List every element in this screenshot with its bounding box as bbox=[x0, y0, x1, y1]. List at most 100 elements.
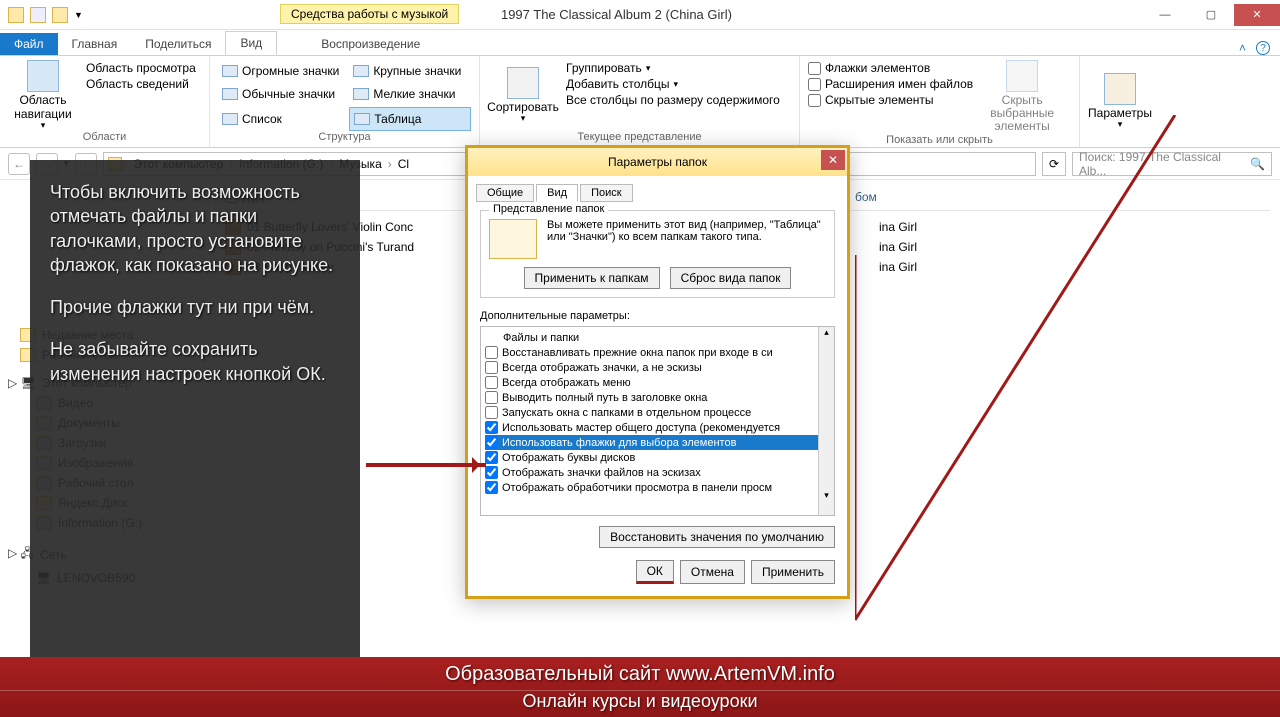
tab-play[interactable]: Воспроизведение bbox=[307, 33, 434, 55]
item-checkboxes-toggle[interactable]: Флажки элементов bbox=[808, 60, 973, 76]
nav-pane-button[interactable]: Область навигации ▾ bbox=[8, 60, 78, 131]
folder-views-group: Представление папок Вы можете применить … bbox=[480, 210, 835, 298]
search-icon: 🔍 bbox=[1250, 157, 1265, 171]
layout-details[interactable]: Таблица bbox=[349, 107, 471, 131]
cancel-button[interactable]: Отмена bbox=[680, 560, 745, 584]
hide-selected-icon bbox=[1006, 60, 1038, 92]
dialog-tab-search[interactable]: Поиск bbox=[580, 184, 632, 202]
current-view-group-label: Текущее представление bbox=[488, 131, 791, 143]
col-album[interactable]: бом bbox=[855, 190, 955, 206]
dialog-tab-general[interactable]: Общие bbox=[476, 184, 534, 202]
add-columns-label: Добавить столбцы bbox=[566, 77, 670, 91]
layout-medium[interactable]: Обычные значки bbox=[218, 83, 343, 105]
qat-dropdown-icon[interactable]: ▼ bbox=[74, 10, 83, 20]
hidden-items-checkbox[interactable] bbox=[808, 94, 821, 107]
banner-line2: Онлайн курсы и видеоуроки bbox=[522, 691, 757, 712]
file-album: ina Girl bbox=[879, 240, 917, 254]
nav-back-button[interactable]: ← bbox=[8, 153, 30, 175]
adv-scrollbar[interactable]: ▴▾ bbox=[818, 327, 834, 515]
refresh-button[interactable]: ⟳ bbox=[1042, 152, 1066, 176]
nav-pane-label: Область навигации bbox=[8, 94, 78, 120]
site-banner: Образовательный сайт www.ArtemVM.info Он… bbox=[0, 657, 1280, 717]
adv-item[interactable]: Отображать значки файлов на эскизах bbox=[485, 465, 830, 480]
adv-item[interactable]: Запускать окна с папками в отдельном про… bbox=[485, 405, 830, 420]
help-icon[interactable]: ? bbox=[1256, 41, 1270, 55]
annotation-arrow bbox=[366, 463, 486, 467]
search-input[interactable]: Поиск: 1997 The Classical Alb... 🔍 bbox=[1072, 152, 1272, 176]
quick-access-toolbar: ▼ bbox=[0, 7, 91, 23]
options-button[interactable]: Параметры ▾ bbox=[1088, 60, 1152, 143]
reset-folders-button[interactable]: Сброс вида папок bbox=[670, 267, 792, 289]
window-title: 1997 The Classical Album 2 (China Girl) bbox=[91, 7, 1142, 22]
file-album: ina Girl bbox=[879, 220, 917, 234]
item-checkboxes-checkbox[interactable] bbox=[808, 62, 821, 75]
layout-large[interactable]: Крупные значки bbox=[349, 60, 471, 82]
hide-selected-button: Скрыть выбранные элементы bbox=[977, 60, 1067, 134]
advanced-settings-list[interactable]: Файлы и папки Восстанавливать прежние ок… bbox=[480, 326, 835, 516]
ok-button[interactable]: ОК bbox=[636, 560, 674, 584]
dialog-footer: ОК Отмена Применить bbox=[468, 560, 847, 596]
sort-icon bbox=[507, 67, 539, 99]
adv-root: Файлы и папки bbox=[485, 331, 830, 345]
dialog-titlebar[interactable]: Параметры папок ✕ bbox=[468, 148, 847, 176]
dialog-close-button[interactable]: ✕ bbox=[821, 150, 845, 170]
ribbon: Область навигации ▾ Область просмотра Об… bbox=[0, 56, 1280, 148]
qat-newfolder-icon[interactable] bbox=[52, 7, 68, 23]
apply-button[interactable]: Применить bbox=[751, 560, 835, 584]
layout-small[interactable]: Мелкие значки bbox=[349, 83, 471, 105]
tab-file[interactable]: Файл bbox=[0, 33, 58, 55]
ribbon-collapse-icon[interactable]: ˄ bbox=[1239, 41, 1246, 55]
adv-item[interactable]: Восстанавливать прежние окна папок при в… bbox=[485, 345, 830, 360]
preview-pane-label: Область просмотра bbox=[86, 61, 196, 75]
contextual-tab-label: Средства работы с музыкой bbox=[280, 4, 459, 24]
restore-defaults-button[interactable]: Восстановить значения по умолчанию bbox=[599, 526, 835, 548]
layout-list[interactable]: Список bbox=[218, 107, 343, 131]
file-ext-checkbox[interactable] bbox=[808, 78, 821, 91]
app-icon bbox=[8, 7, 24, 23]
nav-pane-icon bbox=[27, 60, 59, 92]
apply-to-folders-button[interactable]: Применить к папкам bbox=[524, 267, 660, 289]
adv-item[interactable]: Всегда отображать меню bbox=[485, 375, 830, 390]
maximize-button[interactable]: ▢ bbox=[1188, 4, 1234, 26]
adv-item[interactable]: Отображать буквы дисков bbox=[485, 450, 830, 465]
layout-group-label: Структура bbox=[218, 131, 471, 143]
annotation-overlay: Чтобы включить возможность отмечать файл… bbox=[30, 160, 360, 660]
adv-item[interactable]: Отображать обработчики просмотра в панел… bbox=[485, 480, 830, 495]
details-pane-toggle[interactable]: Область сведений bbox=[82, 76, 196, 92]
qat-props-icon[interactable] bbox=[30, 7, 46, 23]
details-pane-label: Область сведений bbox=[86, 77, 189, 91]
adv-item-use-checkboxes[interactable]: Использовать флажки для выбора элементов bbox=[485, 435, 830, 450]
tab-share[interactable]: Поделиться bbox=[131, 33, 225, 55]
window-titlebar: ▼ Средства работы с музыкой 1997 The Cla… bbox=[0, 0, 1280, 30]
dialog-tabs: Общие Вид Поиск bbox=[468, 176, 847, 202]
adv-item[interactable]: Выводить полный путь в заголовке окна bbox=[485, 390, 830, 405]
panes-group-label: Области bbox=[8, 131, 201, 143]
search-placeholder: Поиск: 1997 The Classical Alb... bbox=[1079, 150, 1250, 178]
group-by-label: Группировать bbox=[566, 61, 642, 75]
preview-pane-toggle[interactable]: Область просмотра bbox=[82, 60, 196, 76]
close-button[interactable]: ✕ bbox=[1234, 4, 1280, 26]
minimize-button[interactable]: — bbox=[1142, 4, 1188, 26]
group-by-button[interactable]: Группировать ▾ bbox=[562, 60, 780, 76]
add-columns-button[interactable]: Добавить столбцы ▾ bbox=[562, 76, 780, 92]
tab-view[interactable]: Вид bbox=[225, 31, 277, 55]
size-columns-button[interactable]: Все столбцы по размеру содержимого bbox=[562, 92, 780, 108]
layout-huge[interactable]: Огромные значки bbox=[218, 60, 343, 82]
crumb-folder[interactable]: Cl bbox=[394, 155, 413, 173]
dialog-tab-view[interactable]: Вид bbox=[536, 184, 578, 202]
folder-views-group-label: Представление папок bbox=[489, 203, 608, 215]
sort-button[interactable]: Сортировать ▾ bbox=[488, 60, 558, 131]
adv-item[interactable]: Всегда отображать значки, а не эскизы bbox=[485, 360, 830, 375]
ribbon-tabs: Файл Главная Поделиться Вид Воспроизведе… bbox=[0, 30, 1280, 56]
adv-item[interactable]: Использовать мастер общего доступа (реко… bbox=[485, 420, 830, 435]
help-area: ˄ ? bbox=[1239, 41, 1270, 55]
hide-selected-label: Скрыть выбранные элементы bbox=[977, 94, 1067, 134]
file-album: ina Girl bbox=[879, 260, 917, 274]
advanced-settings-label: Дополнительные параметры: bbox=[480, 310, 835, 322]
hidden-items-toggle[interactable]: Скрытые элементы bbox=[808, 92, 973, 108]
options-icon bbox=[1104, 73, 1136, 105]
file-ext-toggle[interactable]: Расширения имен файлов bbox=[808, 76, 973, 92]
banner-line1: Образовательный сайт www.ArtemVM.info bbox=[0, 663, 1280, 691]
tab-home[interactable]: Главная bbox=[58, 33, 132, 55]
folder-views-icon bbox=[489, 219, 537, 259]
